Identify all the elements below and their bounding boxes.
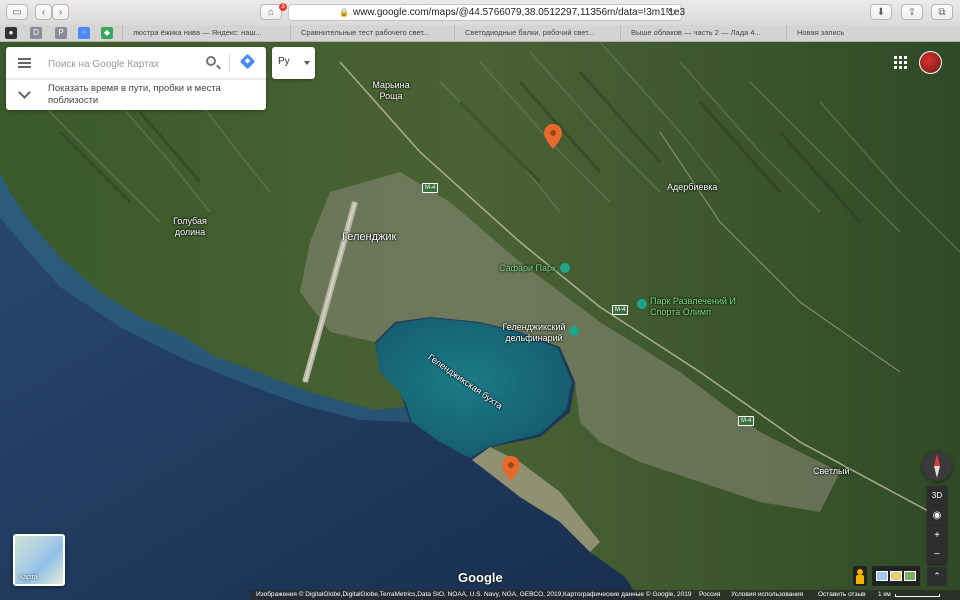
address-bar[interactable]: 🔒 www.google.com/maps/@44.5766079,38.051… [288,4,686,21]
share-button[interactable]: ⇪ [901,4,923,20]
download-button[interactable]: ⬇ [870,4,892,20]
expand-button[interactable]: ⌃ [927,567,947,586]
sidebar-icon: ▭ [12,6,22,18]
chevron-left-icon: ‹ [41,6,46,18]
search-input[interactable] [46,55,200,73]
layer-thumb-icon[interactable] [904,571,916,581]
dots-icon: ⁘ [80,28,88,37]
compass-south-icon [934,466,940,478]
layer-thumb-icon[interactable] [876,571,888,581]
reload-icon[interactable]: ↻ [667,6,676,19]
apps-grid-icon[interactable] [894,56,907,69]
directions-icon[interactable] [239,53,256,70]
map-imagery [0,42,960,600]
my-location-button[interactable]: ◉ [927,506,947,525]
poi-label[interactable]: Парк Развлечений И Спорта Олимп [650,296,740,318]
commute-text: Показать время в пути, пробки и места по… [48,83,221,106]
road-shield: M-4 [738,416,755,426]
chevron-right-icon: › [58,6,63,18]
divider [229,54,230,72]
compass-north-icon [934,454,940,466]
lock-icon: 🔒 [339,8,349,17]
commute-panel[interactable]: Показать время в пути, пробки и места по… [6,79,266,110]
share-icon: ⇪ [907,6,917,18]
map-type-toggle[interactable]: Карта [13,534,65,586]
place-label[interactable]: Марьина Роща [372,80,410,102]
tabs-overview-button[interactable]: ⧉ [931,4,953,20]
back-button[interactable]: ‹ [35,4,52,20]
tab-bar: ● D P ⁘ ◆ люстра ёжика нива — Яндекс: на… [0,25,960,42]
scale-bar [895,594,940,597]
terms-link[interactable]: Условия использования [731,590,803,600]
satellite-map[interactable]: Марьина Роща Геленджик Голубая долина Ад… [0,42,960,600]
place-label[interactable]: Светлый [813,466,850,477]
menu-icon[interactable] [18,58,31,68]
tilt-3d-button[interactable]: 3D [927,486,947,505]
forward-button[interactable]: › [52,4,69,20]
compass-control[interactable] [922,451,952,481]
tab-item[interactable]: люстра ёжика нива — Яндекс: наш... [122,25,290,41]
zoom-in-button[interactable]: + [927,526,947,545]
road-shield: M-4 [422,183,439,193]
browser-toolbar: ▭ ‹ › ⌂ 3 🔒 www.google.com/maps/@44.5766… [0,0,960,26]
chevron-down-icon [18,86,31,99]
tab-item[interactable]: Новая запись [786,25,960,41]
tab-item[interactable]: Выше облаков — часть 2 — Лада 4... [620,25,786,41]
poi-icon[interactable] [637,299,647,309]
bookmark-favicon[interactable]: ● [5,27,17,39]
layers-thumbnails[interactable] [872,566,920,586]
avatar[interactable] [919,51,942,74]
place-label[interactable]: Адербиевка [667,182,717,193]
language-value: Ру [278,56,290,67]
place-label[interactable]: Голубая долина [168,216,212,238]
feedback-link[interactable]: Оставить отзыв [818,590,866,600]
zoom-out-button[interactable]: − [927,545,947,564]
tab-item[interactable]: Светодиодные балки, рабочий свет... [454,25,620,41]
download-icon: ⬇ [876,6,886,18]
road-shield: M-4 [612,305,629,315]
country-link[interactable]: Россия [699,590,720,600]
caret-down-icon [304,61,310,65]
circle-icon: ● [8,28,14,37]
scale-label: 1 км [878,591,891,598]
attribution-text: Изображения © DigitalGlobe,DigitalGlobe,… [256,591,692,598]
place-label[interactable]: Геленджик [342,232,396,243]
gift-icon: ⌂ [267,6,275,18]
tabs-icon: ⧉ [938,6,946,18]
url-text: www.google.com/maps/@44.5766079,38.05122… [352,7,686,18]
search-box [6,47,266,79]
map-footer: Изображения © DigitalGlobe,DigitalGlobe,… [250,590,960,600]
map-type-label: Карта [19,574,38,581]
tab-item[interactable]: Сравнительные тест рабочего свет... [290,25,454,41]
poi-icon[interactable] [560,263,570,273]
google-logo: Google [458,570,503,585]
sidebar-toggle-button[interactable]: ▭ [6,4,28,20]
layer-thumb-icon[interactable] [890,571,902,581]
search-icon[interactable] [206,56,216,66]
notification-badge: 3 [279,3,287,11]
bookmark-favicon[interactable]: ⁘ [78,27,90,39]
bookmark-favicon[interactable]: P [55,27,67,39]
bookmark-favicon[interactable]: ◆ [101,27,113,39]
poi-label[interactable]: Сафари Парк [499,263,556,274]
location-icon: ◉ [932,510,942,521]
poi-label[interactable]: Геленджикский дельфинарий [497,322,571,344]
maps-icon: ◆ [103,28,111,37]
street-view-pegman-icon[interactable] [853,566,867,586]
bookmark-favicon[interactable]: D [30,27,42,39]
language-select[interactable]: Ру [272,47,315,79]
